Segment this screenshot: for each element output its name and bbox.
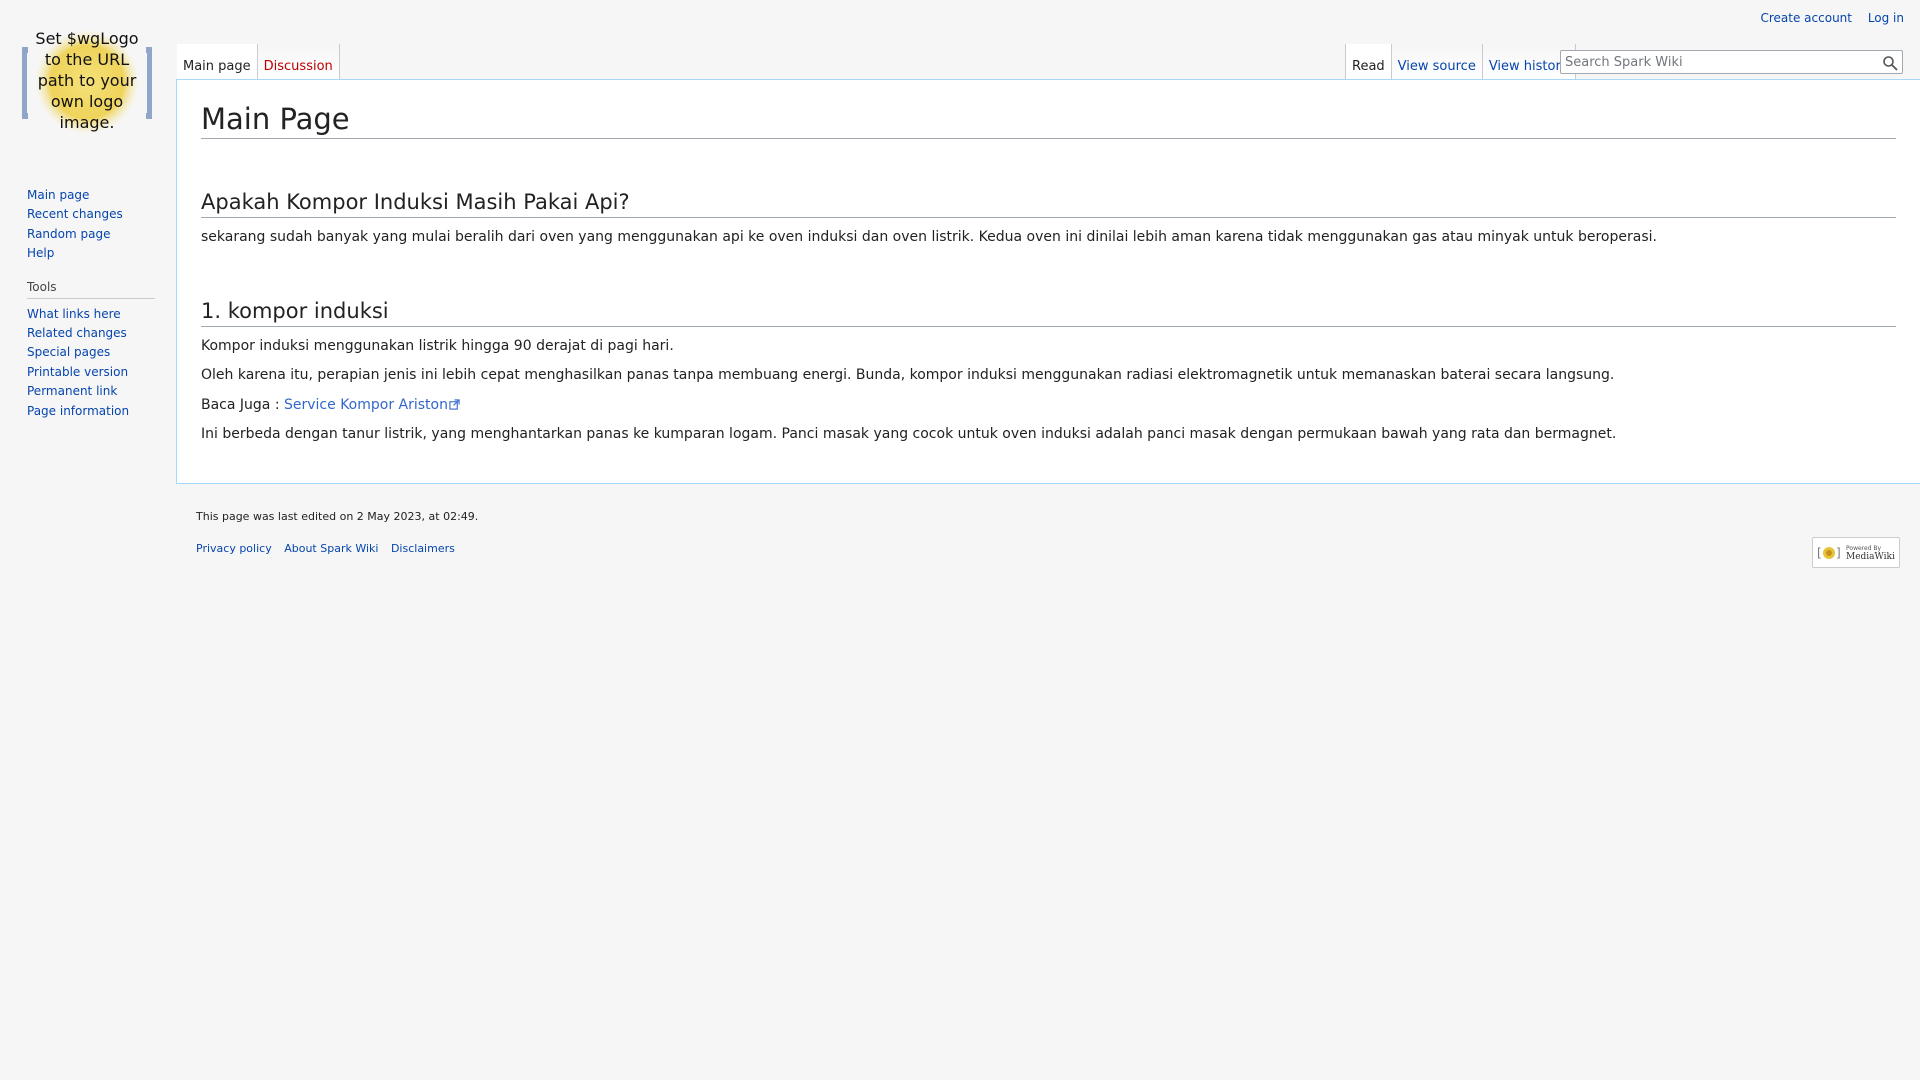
- tab-discussion[interactable]: Discussion: [257, 44, 340, 80]
- sidebar-item-printable-version: Printable version: [27, 363, 157, 382]
- sidebar-link-help[interactable]: Help: [27, 246, 54, 260]
- sidebar-link-page-information[interactable]: Page information: [27, 404, 129, 418]
- sidebar-item-page-information: Page information: [27, 402, 157, 421]
- tab-main-page[interactable]: Main page: [177, 44, 258, 80]
- sidebar-link-main-page[interactable]: Main page: [27, 188, 89, 202]
- powered-by-mediawiki-badge[interactable]: [ ] Powered By MediaWiki: [1812, 537, 1900, 568]
- service-kompor-ariston-label: Service Kompor Ariston: [284, 396, 448, 413]
- sidebar-link-what-links-here[interactable]: What links here: [27, 307, 121, 321]
- footer: This page was last edited on 2 May 2023,…: [196, 510, 478, 555]
- sidebar-item-special-pages: Special pages: [27, 343, 157, 362]
- sidebar-item-what-links-here: What links here: [27, 305, 157, 324]
- tools-heading: Tools: [27, 280, 155, 299]
- tab-read-label: Read: [1352, 59, 1385, 74]
- logo-text: Set $wgLogo to the URL path to your own …: [35, 29, 139, 132]
- tab-view-history-label: View history: [1488, 59, 1569, 74]
- privacy-policy-link[interactable]: Privacy policy: [196, 542, 272, 555]
- sidebar-item-help: Help: [27, 244, 157, 263]
- service-kompor-ariston-link[interactable]: Service Kompor Ariston: [284, 397, 460, 413]
- mediawiki-logo-icon: [ ] Powered By MediaWiki: [1817, 545, 1895, 562]
- tab-discussion-label: Discussion: [263, 59, 333, 74]
- section2-paragraph-3: Ini berbeda dengan tanur listrik, yang m…: [201, 426, 1617, 442]
- baca-juga-prefix: Baca Juga :: [201, 396, 284, 413]
- create-account-link[interactable]: Create account: [1760, 11, 1852, 25]
- section2-paragraph-1: Kompor induksi menggunakan listrik hingg…: [201, 337, 674, 354]
- section-heading-apakah: Apakah Kompor Induksi Masih Pakai Api?: [201, 187, 1896, 218]
- svg-text:[: [: [1817, 546, 1822, 560]
- sidebar-item-related-changes: Related changes: [27, 324, 157, 343]
- tab-view-source[interactable]: View source: [1391, 44, 1483, 80]
- footer-places: Privacy policy About Spark Wiki Disclaim…: [196, 542, 478, 555]
- search-input[interactable]: [1561, 52, 1871, 72]
- baca-juga-line: Baca Juga : Service Kompor Ariston: [201, 395, 1896, 416]
- svg-text:]: ]: [1836, 546, 1841, 560]
- section2-paragraph-2: Oleh karena itu, perapian jenis ini lebi…: [201, 367, 1615, 383]
- sidebar: Main page Recent changes Random page Hel…: [27, 186, 157, 421]
- main-content: Main Page Apakah Kompor Induksi Masih Pa…: [176, 79, 1920, 484]
- last-edited-info: This page was last edited on 2 May 2023,…: [196, 510, 479, 523]
- site-logo[interactable]: Set $wgLogo to the URL path to your own …: [22, 28, 152, 136]
- log-in-link[interactable]: Log in: [1868, 11, 1904, 25]
- navigation-list: Main page Recent changes Random page Hel…: [27, 186, 157, 264]
- tab-read[interactable]: Read: [1345, 44, 1392, 80]
- sidebar-item-recent-changes: Recent changes: [27, 205, 157, 224]
- tools-list: What links here Related changes Special …: [27, 305, 157, 421]
- search-icon[interactable]: [1882, 55, 1898, 71]
- view-tabs: Read View source View history: [1345, 44, 1576, 80]
- svg-text:MediaWiki: MediaWiki: [1846, 552, 1895, 562]
- personal-tools: Create account Log in: [1748, 11, 1904, 25]
- disclaimers-link[interactable]: Disclaimers: [391, 542, 455, 555]
- page-title: Main Page: [201, 100, 1896, 139]
- tab-view-source-label: View source: [1397, 59, 1476, 74]
- sidebar-item-permanent-link: Permanent link: [27, 382, 157, 401]
- sidebar-link-printable-version[interactable]: Printable version: [27, 365, 128, 379]
- sidebar-link-special-pages[interactable]: Special pages: [27, 345, 110, 359]
- external-link-icon: [449, 398, 460, 410]
- sidebar-item-random-page: Random page: [27, 225, 157, 244]
- section1-paragraph: sekarang sudah banyak yang mulai beralih…: [201, 229, 1657, 245]
- section-heading-kompor-induksi: 1. kompor induksi: [201, 296, 1896, 327]
- search-box: [1560, 50, 1903, 74]
- sidebar-link-permanent-link[interactable]: Permanent link: [27, 384, 117, 398]
- tab-main-page-label: Main page: [183, 59, 251, 74]
- svg-text:Powered By: Powered By: [1846, 545, 1882, 552]
- sidebar-link-random-page[interactable]: Random page: [27, 227, 110, 241]
- sidebar-item-main-page: Main page: [27, 186, 157, 205]
- about-link[interactable]: About Spark Wiki: [284, 542, 378, 555]
- sidebar-link-related-changes[interactable]: Related changes: [27, 326, 127, 340]
- sidebar-link-recent-changes[interactable]: Recent changes: [27, 207, 123, 221]
- namespace-tabs: Main page Discussion: [177, 44, 340, 80]
